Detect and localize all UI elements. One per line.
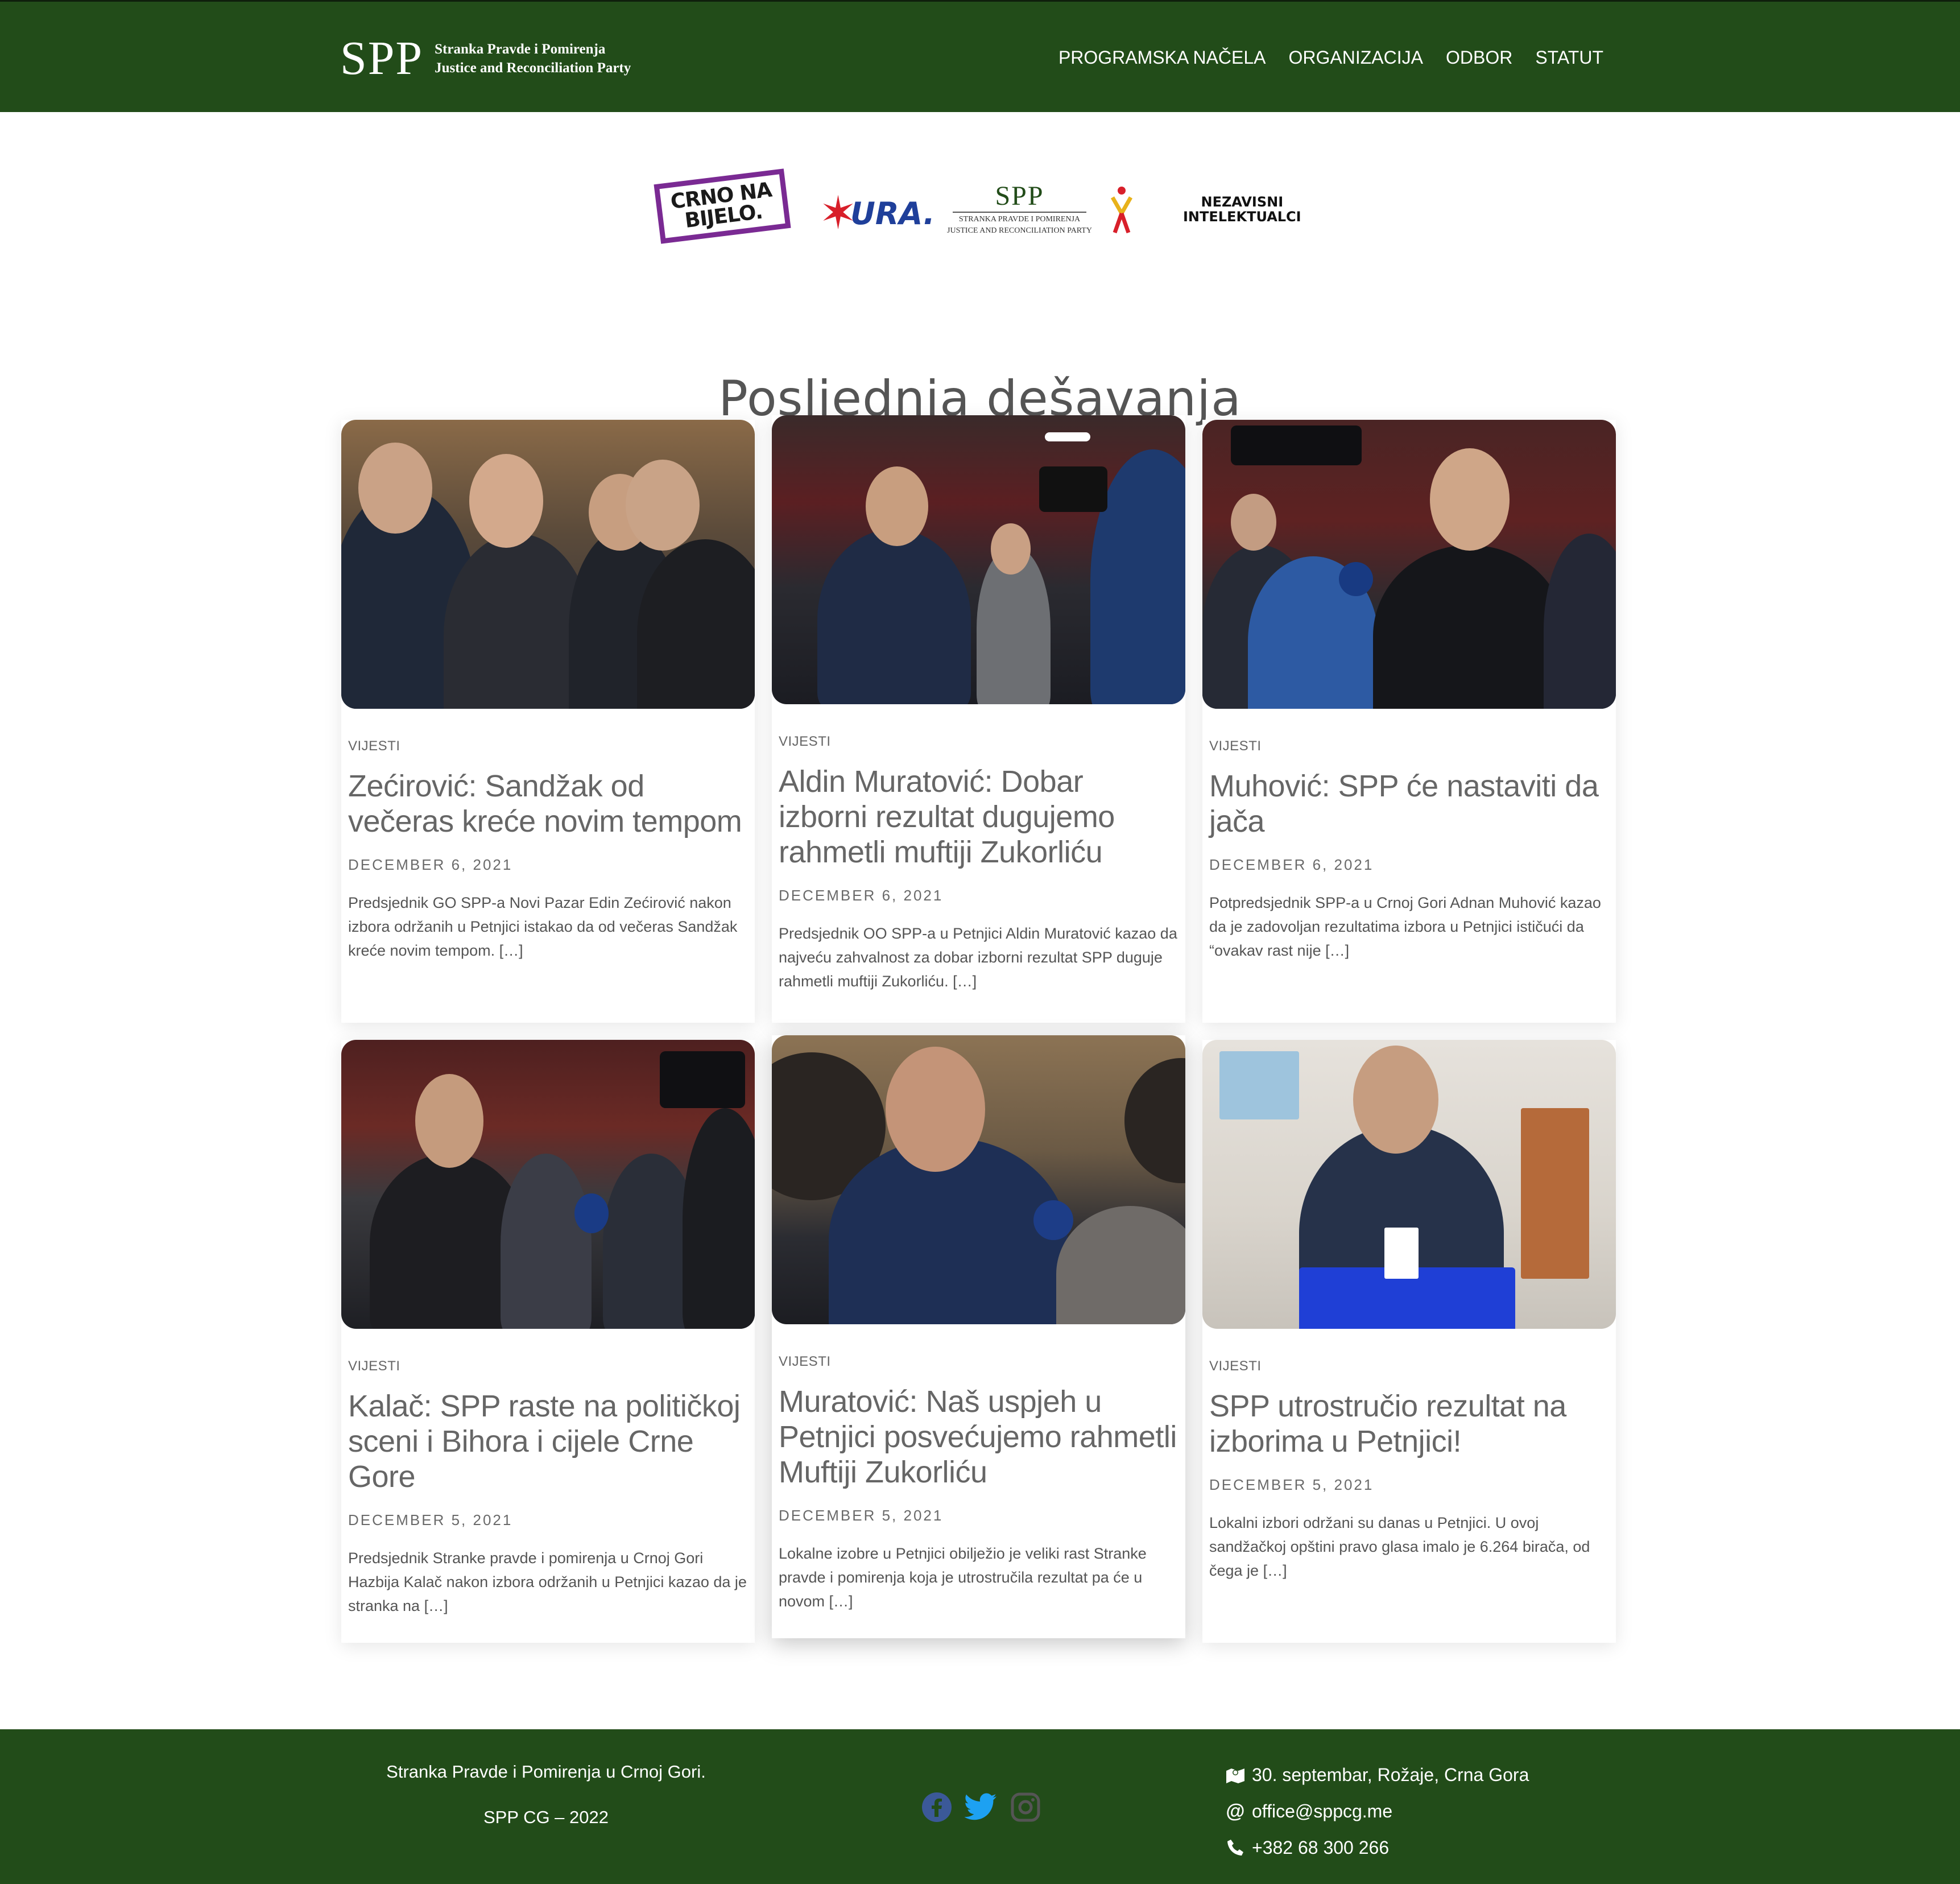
post-excerpt: Predsjednik Stranke pravde i pomirenja u…: [348, 1550, 747, 1614]
contact-info: 30. septembar, Rožaje, Crna Gora @ offic…: [1226, 1757, 1529, 1866]
site-header: SPP Stranka Pravde i Pomirenja Justice a…: [0, 0, 1960, 112]
phone-icon: [1226, 1838, 1245, 1857]
post-date: DECEMBER 6, 2021: [348, 856, 513, 873]
nav-programska-nacela[interactable]: PROGRAMSKA NAČELA: [1058, 42, 1266, 73]
facebook-icon[interactable]: [921, 1792, 952, 1825]
post-card[interactable]: VIJESTI Kalač: SPP raste na političkoj s…: [341, 1040, 755, 1643]
post-category[interactable]: VIJESTI: [348, 1358, 748, 1374]
post-title[interactable]: Kalač: SPP raste na političkoj sceni i B…: [348, 1389, 748, 1494]
post-title[interactable]: Aldin Muratović: Dobar izborni rezultat …: [779, 764, 1179, 870]
post-date: DECEMBER 5, 2021: [1209, 1476, 1374, 1493]
post-card[interactable]: VIJESTI Aldin Muratović: Dobar izborni r…: [772, 415, 1185, 1023]
post-thumbnail[interactable]: [341, 1040, 755, 1329]
post-card[interactable]: VIJESTI SPP utrostručio rezultat na izbo…: [1202, 1040, 1616, 1643]
post-date: DECEMBER 5, 2021: [779, 1507, 944, 1524]
contact-address: 30. septembar, Rožaje, Crna Gora: [1226, 1757, 1529, 1793]
post-title[interactable]: Muratović: Naš uspjeh u Petnjici posveću…: [779, 1384, 1179, 1490]
logo-mark: SPP: [340, 32, 424, 85]
post-excerpt: Predsjednik OO SPP-a u Petnjici Aldin Mu…: [779, 925, 1177, 990]
post-thumbnail[interactable]: [1202, 420, 1616, 709]
nav-statut[interactable]: STATUT: [1535, 42, 1603, 73]
post-title[interactable]: Muhović: SPP će nastaviti da jača: [1209, 769, 1609, 839]
post-thumbnail[interactable]: [772, 1035, 1185, 1324]
post-category[interactable]: VIJESTI: [1209, 738, 1609, 754]
contact-phone[interactable]: +382 68 300 266: [1226, 1829, 1529, 1866]
site-footer: Stranka Pravde i Pomirenja u Crnoj Gori.…: [0, 1729, 1960, 1884]
post-card[interactable]: VIJESTI Muhović: SPP će nastaviti da jač…: [1202, 420, 1616, 1023]
post-card[interactable]: VIJESTI Zećirović: Sandžak od večeras kr…: [341, 420, 755, 1023]
post-title[interactable]: SPP utrostručio rezultat na izborima u P…: [1209, 1389, 1609, 1459]
post-thumbnail[interactable]: [341, 420, 755, 709]
logo-line-2: Justice and Reconciliation Party: [435, 60, 631, 76]
footer-copyright: SPP CG – 2022: [483, 1807, 609, 1827]
at-icon: @: [1226, 1800, 1245, 1822]
nav-odbor[interactable]: ODBOR: [1446, 42, 1512, 73]
logo-line-1: Stranka Pravde i Pomirenja: [435, 42, 606, 57]
post-date: DECEMBER 6, 2021: [779, 887, 944, 904]
post-thumbnail[interactable]: [1202, 1040, 1616, 1329]
spp-partner-logo: SPP STRANKA PRAVDE I POMIRENJA JUSTICE A…: [947, 181, 1092, 236]
post-category[interactable]: VIJESTI: [779, 1354, 1179, 1370]
nav-organizacija[interactable]: ORGANIZACIJA: [1289, 42, 1423, 73]
instagram-icon[interactable]: [1010, 1792, 1041, 1825]
main-nav: PROGRAMSKA NAČELA ORGANIZACIJA ODBOR STA…: [1058, 42, 1603, 73]
post-excerpt: Lokalne izobre u Petnjici obilježio je v…: [779, 1545, 1147, 1610]
social-links: [921, 1792, 1041, 1825]
figure-logo: [1110, 185, 1133, 239]
post-date: DECEMBER 5, 2021: [348, 1511, 513, 1528]
map-icon: [1226, 1765, 1245, 1784]
post-thumbnail[interactable]: [772, 415, 1185, 704]
post-card[interactable]: VIJESTI Muratović: Naš uspjeh u Petnjici…: [772, 1035, 1185, 1638]
post-category[interactable]: VIJESTI: [1209, 1358, 1609, 1374]
twitter-icon[interactable]: [964, 1792, 998, 1825]
post-excerpt: Lokalni izbori održani su danas u Petnji…: [1209, 1514, 1590, 1579]
post-date: DECEMBER 6, 2021: [1209, 856, 1374, 873]
post-title[interactable]: Zećirović: Sandžak od večeras kreće novi…: [348, 769, 748, 839]
nezavisni-intelektualci-logo: NEZAVISNI INTELEKTUALCI: [1183, 194, 1301, 225]
post-excerpt: Potpredsjednik SPP-a u Crnoj Gori Adnan …: [1209, 894, 1601, 959]
coalition-logos: CRNO NA BIJELO. ✶ URA. SPP STRANKA PRAVD…: [654, 168, 1306, 256]
footer-org-name: Stranka Pravde i Pomirenja u Crnoj Gori.: [386, 1762, 706, 1782]
post-category[interactable]: VIJESTI: [779, 734, 1179, 750]
site-logo[interactable]: SPP Stranka Pravde i Pomirenja Justice a…: [340, 33, 631, 84]
post-category[interactable]: VIJESTI: [348, 738, 748, 754]
post-excerpt: Predsjednik GO SPP-a Novi Pazar Edin Zeć…: [348, 894, 738, 959]
crno-na-bijelo-logo: CRNO NA BIJELO.: [654, 168, 791, 244]
ura-logo: ✶ URA.: [819, 188, 935, 238]
contact-email[interactable]: @ office@sppcg.me: [1226, 1793, 1529, 1829]
